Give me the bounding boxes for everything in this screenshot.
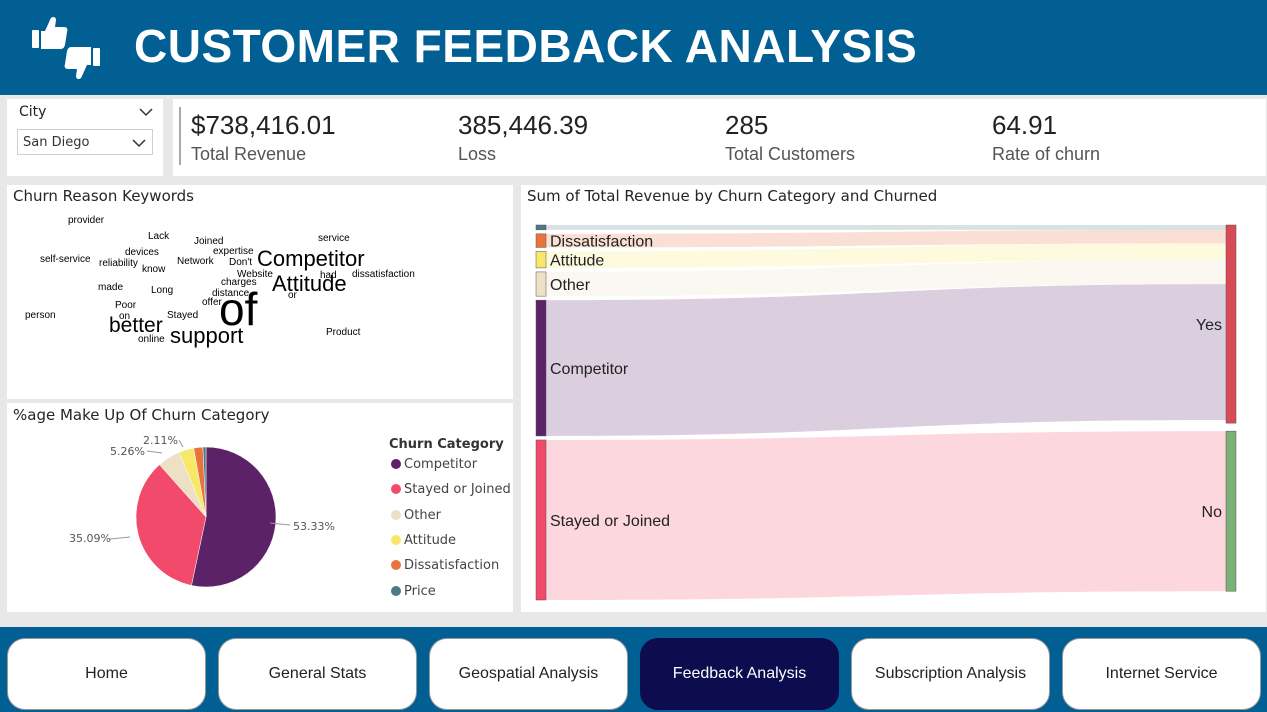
- kpi-value: 285: [725, 110, 769, 140]
- sankey-link-competitor[interactable]: [546, 284, 1226, 436]
- sankey-node-label: Other: [550, 277, 591, 294]
- sankey-node-label: Dissatisfaction: [550, 234, 653, 251]
- kpi-label: Rate of churn: [992, 144, 1101, 164]
- kpi-value: 64.91: [992, 110, 1058, 140]
- kpi-card: $738,416.01 Total Revenue 385,446.39 Los…: [173, 99, 1266, 176]
- legend-dot: [391, 535, 401, 545]
- kpi-total-customers: 285 Total Customers: [725, 109, 855, 165]
- nav-bar: Home General Stats Geospatial Analysis F…: [0, 627, 1267, 712]
- sankey-node-stayed-or-joined[interactable]: [535, 439, 547, 601]
- legend-label: Stayed or Joined: [404, 482, 511, 497]
- legend-item[interactable]: Dissatisfaction: [391, 558, 499, 573]
- sankey-node-label: Stayed or Joined: [550, 513, 670, 530]
- legend-dot: [391, 459, 401, 469]
- legend-label: Competitor: [404, 457, 478, 472]
- keyword: dissatisfaction: [352, 269, 415, 280]
- keyword: Attitude: [272, 271, 347, 296]
- nav-general-stats-button[interactable]: General Stats: [218, 638, 417, 710]
- legend-label: Attitude: [404, 533, 457, 548]
- sankey-chart: Dissatisfaction Attitude Other Competitor St…: [535, 224, 1237, 601]
- keyword: support: [170, 323, 244, 348]
- kpi-label: Total Customers: [725, 144, 856, 164]
- legend-label: Price: [404, 584, 436, 599]
- keyword: Stayed: [167, 310, 199, 321]
- nav-subscription-analysis-button[interactable]: Subscription Analysis: [851, 638, 1050, 710]
- sankey-node-attitude[interactable]: [535, 251, 547, 269]
- legend-label: Other: [404, 508, 441, 523]
- legend-dot: [391, 586, 401, 596]
- header-bar: CUSTOMER FEEDBACK ANALYSIS: [0, 0, 1267, 95]
- keyword: better: [109, 314, 163, 337]
- keyword: Lack: [148, 231, 170, 242]
- kpi-label: Loss: [458, 144, 497, 164]
- city-dropdown[interactable]: San Diego: [17, 129, 153, 155]
- sankey-node-dissatisfaction[interactable]: [535, 233, 547, 248]
- legend-item[interactable]: Other: [391, 508, 441, 523]
- page-title: CUSTOMER FEEDBACK ANALYSIS: [134, 20, 918, 72]
- keyword: devices: [125, 247, 159, 258]
- kpi-value: 385,446.39: [458, 110, 589, 140]
- kpi-total-revenue: $738,416.01 Total Revenue: [191, 109, 336, 165]
- keyword: online: [138, 334, 165, 345]
- keyword: Poor: [115, 300, 137, 311]
- keyword: Long: [151, 285, 174, 296]
- sankey-node-label: Attitude: [550, 253, 604, 270]
- nav-geospatial-analysis-button[interactable]: Geospatial Analysis: [429, 638, 628, 710]
- keyword: service: [318, 233, 350, 244]
- legend-label: Dissatisfaction: [404, 558, 500, 573]
- pie-slice-label: 35.09%: [69, 532, 111, 545]
- sankey-node-label: Yes: [1196, 317, 1222, 334]
- keyword: or: [288, 290, 297, 301]
- chevron-down-icon: [132, 139, 146, 148]
- sankey-node-yes[interactable]: [1225, 224, 1237, 424]
- pie-panel: %age Make Up Of Churn Category 53.33% 35…: [7, 403, 513, 612]
- keyword: Network: [177, 256, 214, 267]
- kpi-rate-of-churn: 64.91 Rate of churn: [992, 109, 1100, 165]
- nav-internet-service-button[interactable]: Internet Service: [1062, 638, 1261, 710]
- kpi-divider: [179, 107, 181, 165]
- keyword: reliability: [99, 258, 138, 269]
- chevron-down-icon[interactable]: [139, 107, 153, 117]
- keyword: self-service: [40, 254, 91, 265]
- pie-slice-label: 5.26%: [110, 445, 145, 458]
- kpi-value: $738,416.01: [191, 110, 336, 140]
- legend-item[interactable]: Competitor: [391, 457, 477, 472]
- keyword: expertise: [213, 246, 254, 257]
- thumbs-up-down-icon: [32, 17, 100, 79]
- word-cloud-title: Churn Reason Keywords: [13, 187, 194, 205]
- keyword: Product: [326, 327, 361, 338]
- sankey-node-other[interactable]: [535, 271, 547, 297]
- pie-chart: 53.33% 35.09% 5.26% 2.11%: [69, 434, 335, 588]
- sankey-panel: Sum of Total Revenue by Churn Category a…: [521, 185, 1266, 612]
- legend-item[interactable]: Attitude: [391, 533, 456, 548]
- keyword: know: [142, 264, 166, 275]
- kpi-label: Total Revenue: [191, 144, 307, 164]
- sankey-node-price[interactable]: [535, 224, 547, 231]
- sankey-node-no[interactable]: [1225, 430, 1237, 592]
- keyword: person: [25, 310, 56, 321]
- legend-dot: [391, 560, 401, 570]
- nav-home-button[interactable]: Home: [7, 638, 206, 710]
- sankey-node-label: Competitor: [550, 361, 629, 378]
- keyword: provider: [68, 215, 105, 226]
- legend-dot: [391, 484, 401, 494]
- sankey-node-label: No: [1202, 504, 1223, 521]
- legend-title: Churn Category: [389, 437, 504, 452]
- pie-slice-label: 2.11%: [143, 434, 178, 447]
- keyword: made: [98, 282, 124, 293]
- nav-feedback-analysis-button[interactable]: Feedback Analysis: [640, 638, 839, 710]
- sankey-node-competitor[interactable]: [535, 299, 547, 437]
- legend-item[interactable]: Price: [391, 584, 436, 599]
- legend-dot: [391, 510, 401, 520]
- city-slicer: City San Diego: [7, 99, 163, 176]
- keyword: Don't: [229, 257, 253, 268]
- slicer-label: City: [19, 104, 47, 120]
- pie-slice-label: 53.33%: [293, 520, 335, 533]
- kpi-loss: 385,446.39 Loss: [458, 109, 588, 165]
- sankey-link-price[interactable]: [546, 225, 1226, 230]
- keyword: Competitor: [257, 246, 365, 271]
- city-dropdown-value: San Diego: [23, 135, 90, 150]
- word-cloud-panel: Churn Reason Keywords provider Lack Join…: [7, 185, 513, 399]
- legend-item[interactable]: Stayed or Joined: [391, 482, 511, 497]
